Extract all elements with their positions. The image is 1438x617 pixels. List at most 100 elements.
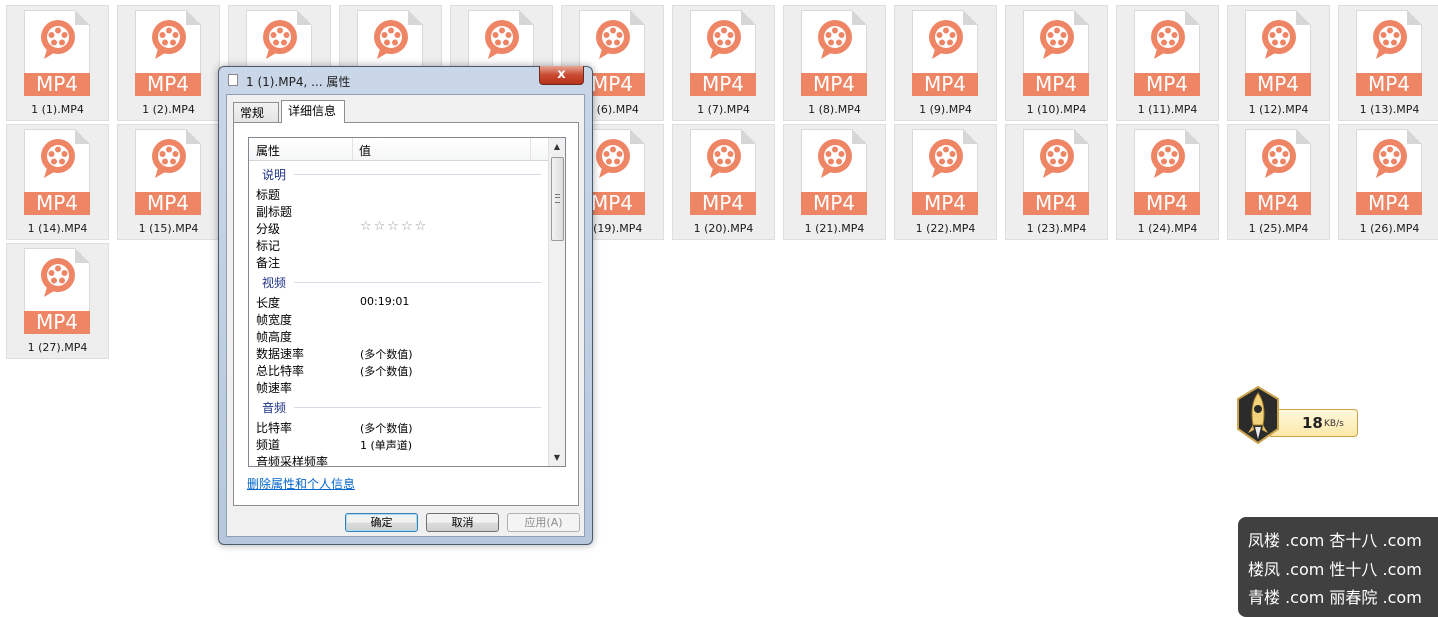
file-name: 1 (21).MP4 (804, 222, 865, 235)
file-item[interactable]: MP4 1 (25).MP4 (1227, 124, 1330, 240)
ok-button[interactable]: 确定 (345, 513, 418, 532)
close-button[interactable]: x (539, 66, 584, 85)
mp4-file-icon: MP4 (690, 10, 756, 96)
file-name: 1 (8).MP4 (808, 103, 861, 116)
file-item[interactable]: MP4 1 (15).MP4 (117, 124, 220, 240)
property-label[interactable]: 帧宽度 (256, 311, 292, 328)
cancel-button[interactable]: 取消 (426, 513, 499, 532)
grip-icon (555, 194, 560, 203)
file-item[interactable]: MP4 1 (11).MP4 (1116, 5, 1219, 121)
film-reel-icon (707, 20, 741, 59)
tab-details[interactable]: 详细信息 (281, 100, 345, 123)
property-value[interactable]: (多个数值) (360, 420, 413, 436)
mp4-file-icon: MP4 (24, 129, 90, 215)
property-label[interactable]: 音频采样频率 (256, 453, 328, 466)
file-item[interactable]: MP4 1 (22).MP4 (894, 124, 997, 240)
file-item[interactable]: MP4 1 (21).MP4 (783, 124, 886, 240)
property-value[interactable]: 1 (单声道) (360, 437, 412, 453)
property-label[interactable]: 分级 (256, 220, 280, 237)
property-label[interactable]: 总比特率 (256, 362, 304, 379)
film-reel-icon (1151, 139, 1185, 178)
column-separator[interactable] (352, 138, 353, 160)
mp4-file-icon: MP4 (1134, 10, 1200, 96)
file-item[interactable]: MP4 1 (14).MP4 (6, 124, 109, 240)
file-item[interactable]: MP4 1 (12).MP4 (1227, 5, 1330, 121)
mp4-file-icon: MP4 (1023, 129, 1089, 215)
file-type-label: MP4 (912, 73, 978, 96)
remove-properties-link[interactable]: 删除属性和个人信息 (247, 475, 355, 492)
file-item[interactable]: MP4 1 (27).MP4 (6, 243, 109, 359)
film-reel-icon (1373, 20, 1407, 59)
property-value[interactable]: (多个数值) (360, 346, 413, 362)
file-item[interactable]: MP4 1 (8).MP4 (783, 5, 886, 121)
file-type-label: MP4 (135, 192, 201, 215)
rating-stars[interactable]: ☆☆☆☆☆ (360, 219, 428, 234)
file-type-label: MP4 (24, 311, 90, 334)
file-type-label: MP4 (801, 73, 867, 96)
dialog-titlebar[interactable]: 1 (1).MP4, ... 属性 x (219, 66, 592, 93)
property-list-header: 属性 值 (249, 138, 548, 161)
tab-general[interactable]: 常规 (233, 102, 279, 122)
file-grid: MP41 (1).MP4MP41 (2).MP4MP4MP4MP4MP41 (6… (0, 0, 1438, 370)
group-divider (294, 407, 541, 408)
column-header-value[interactable]: 值 (359, 142, 371, 159)
file-item[interactable]: MP4 1 (10).MP4 (1005, 5, 1108, 121)
file-item[interactable]: MP4 1 (9).MP4 (894, 5, 997, 121)
property-label[interactable]: 帧高度 (256, 328, 292, 345)
file-name: 1 (10).MP4 (1026, 103, 1087, 116)
mp4-file-icon: MP4 (1245, 10, 1311, 96)
mp4-file-icon: MP4 (24, 10, 90, 96)
property-value[interactable]: (多个数值) (360, 363, 413, 379)
property-label[interactable]: 频道 (256, 436, 280, 453)
property-label[interactable]: 比特率 (256, 419, 292, 436)
property-value[interactable]: 00:19:01 (360, 295, 409, 308)
file-type-label: MP4 (1245, 192, 1311, 215)
file-name: 1 (9).MP4 (919, 103, 972, 116)
property-label[interactable]: 帧速率 (256, 379, 292, 396)
property-list[interactable]: 属性 值 说明标题 副标题 分级 ☆☆☆☆☆ 标记 备注视频长度 00:19:01 帧宽度 帧高… (248, 137, 566, 467)
scroll-down-arrow-icon[interactable]: ▼ (549, 449, 565, 466)
file-item[interactable]: MP4 1 (7).MP4 (672, 5, 775, 121)
column-header-property[interactable]: 属性 (256, 142, 280, 159)
file-name: 1 (25).MP4 (1248, 222, 1309, 235)
file-item[interactable]: MP4 1 (26).MP4 (1338, 124, 1438, 240)
network-speed-widget[interactable]: 18 KB/s (1234, 385, 1360, 449)
file-item[interactable]: MP4 1 (24).MP4 (1116, 124, 1219, 240)
file-type-label: MP4 (135, 73, 201, 96)
file-name: 1 (24).MP4 (1137, 222, 1198, 235)
file-type-label: MP4 (24, 192, 90, 215)
property-group-heading[interactable]: 视频 (262, 274, 286, 291)
property-label[interactable]: 长度 (256, 294, 280, 311)
file-type-label: MP4 (1134, 192, 1200, 215)
details-tab-page: 属性 值 说明标题 副标题 分级 ☆☆☆☆☆ 标记 备注视频长度 00:19:01 帧宽度 帧高… (233, 122, 579, 506)
film-reel-icon (374, 20, 408, 59)
scroll-thumb[interactable] (551, 157, 564, 241)
file-item[interactable]: MP4 1 (13).MP4 (1338, 5, 1438, 121)
vertical-scrollbar[interactable]: ▲ ▼ (548, 138, 565, 466)
file-name: 1 (14).MP4 (27, 222, 88, 235)
group-divider (294, 174, 541, 175)
property-label[interactable]: 标题 (256, 186, 280, 203)
file-item[interactable]: MP4 1 (1).MP4 (6, 5, 109, 121)
document-icon (228, 74, 238, 86)
property-group-heading[interactable]: 音频 (262, 399, 286, 416)
property-group-heading[interactable]: 说明 (262, 166, 286, 183)
speed-readout: 18 KB/s (1270, 409, 1358, 437)
property-label[interactable]: 副标题 (256, 203, 292, 220)
file-name: 1 (1).MP4 (31, 103, 84, 116)
file-item[interactable]: MP4 1 (2).MP4 (117, 5, 220, 121)
file-item[interactable]: MP4 1 (20).MP4 (672, 124, 775, 240)
mp4-file-icon: MP4 (1134, 129, 1200, 215)
file-name: 1 (13).MP4 (1359, 103, 1420, 116)
file-name: 1 (22).MP4 (915, 222, 976, 235)
file-type-label: MP4 (801, 192, 867, 215)
apply-button[interactable]: 应用(A) (507, 513, 580, 532)
file-item[interactable]: MP4 1 (23).MP4 (1005, 124, 1108, 240)
film-reel-icon (929, 20, 963, 59)
file-type-label: MP4 (1134, 73, 1200, 96)
scroll-up-arrow-icon[interactable]: ▲ (549, 138, 565, 155)
property-label[interactable]: 备注 (256, 254, 280, 271)
film-reel-icon (1262, 20, 1296, 59)
property-label[interactable]: 数据速率 (256, 345, 304, 362)
property-label[interactable]: 标记 (256, 237, 280, 254)
